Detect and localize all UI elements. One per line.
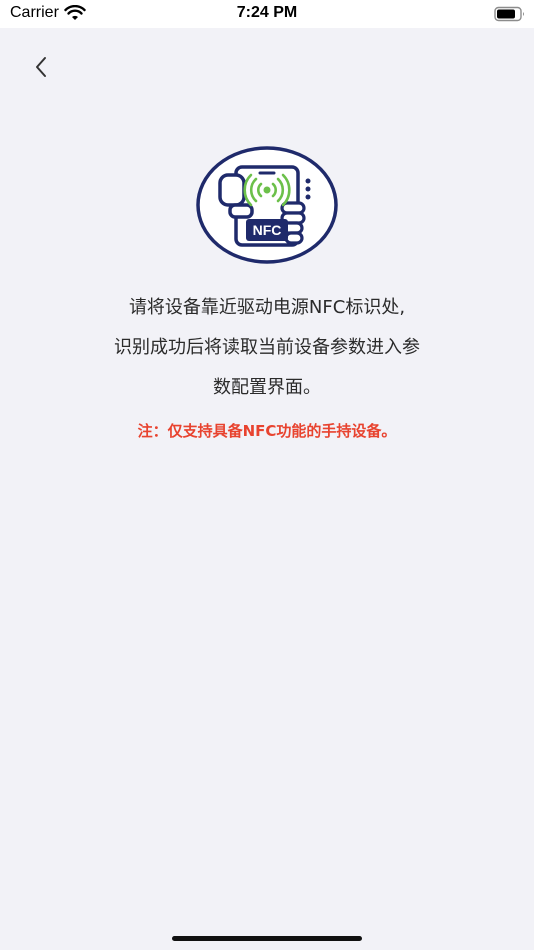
- home-indicator: [172, 936, 362, 941]
- instructions-line-2: 识别成功后将读取当前设备参数进入参: [114, 337, 420, 358]
- nfc-badge-label: NFC: [253, 222, 282, 238]
- instructions-line-3: 数配置界面。: [213, 377, 321, 398]
- battery-icon: [494, 6, 524, 22]
- chevron-left-icon: [36, 57, 46, 77]
- instructions-line-1: 请将设备靠近驱动电源NFC标识处,: [128, 297, 406, 318]
- status-time: 7:24 PM: [236, 4, 298, 21]
- status-bar: Carrier 7:24 PM: [0, 0, 534, 28]
- back-button[interactable]: [26, 52, 56, 82]
- nfc-phone-icon: NFC: [196, 146, 338, 264]
- instructions-text: 请将设备靠近驱动电源NFC标识处, 识别成功后将读取当前设备参数进入参 数配置界…: [60, 288, 474, 408]
- nfc-support-note: 注：仅支持具备NFC功能的手持设备。: [137, 422, 397, 440]
